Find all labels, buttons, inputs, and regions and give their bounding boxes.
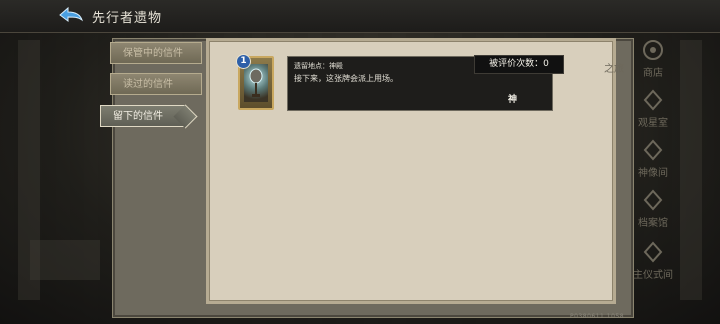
card-count-badge: 1 [236, 54, 251, 69]
statue-icon [643, 139, 663, 161]
tab-label: 保管中的信件 [123, 48, 183, 59]
observatory-icon [643, 89, 663, 111]
menu-shop[interactable]: 商店 [630, 38, 676, 79]
menu-label: 商店 [643, 68, 663, 79]
bg-column [680, 40, 702, 300]
shop-icon [643, 40, 663, 60]
letter-author: 神 [508, 95, 518, 105]
letter-location: 遗留地点：神殿 [294, 62, 343, 70]
tab-label: 读过的信件 [123, 79, 173, 90]
menu-ritual-room[interactable]: 主仪式间 [630, 240, 676, 281]
menu-archive[interactable]: 档案馆 [630, 188, 676, 229]
page-title: 先行者遗物 [92, 11, 163, 26]
menu-observatory[interactable]: 观星室 [630, 88, 676, 129]
menu-label: 档案馆 [638, 218, 668, 229]
archive-icon [643, 189, 663, 211]
ritual-icon [643, 241, 663, 263]
menu-label: 主仪式间 [633, 270, 673, 281]
letter-message: 接下来，这张牌会派上用场。 [294, 74, 398, 83]
back-button[interactable] [58, 6, 84, 24]
menu-statue-room[interactable]: 神像间 [630, 138, 676, 179]
top-bar: 先行者遗物 [0, 0, 720, 33]
back-arrow-icon [59, 6, 83, 22]
menu-label: 神像间 [638, 168, 668, 179]
tab-label: 留下的信件 [113, 111, 163, 122]
letter-card[interactable]: 1 [236, 54, 274, 110]
version-label: P0380611.1058 [570, 313, 625, 320]
bg-railing [30, 240, 100, 280]
evaluation-count: 被评价次数：0 [474, 55, 564, 74]
tab-stored-letters[interactable]: 保管中的信件 [110, 42, 202, 64]
tab-read-letters[interactable]: 读过的信件 [110, 73, 202, 95]
tab-left-letters[interactable]: 留下的信件 [100, 104, 198, 129]
menu-label: 观星室 [638, 118, 668, 129]
microphone-card-icon [244, 64, 268, 102]
menu-partial-label[interactable]: 之旅 [604, 60, 624, 75]
